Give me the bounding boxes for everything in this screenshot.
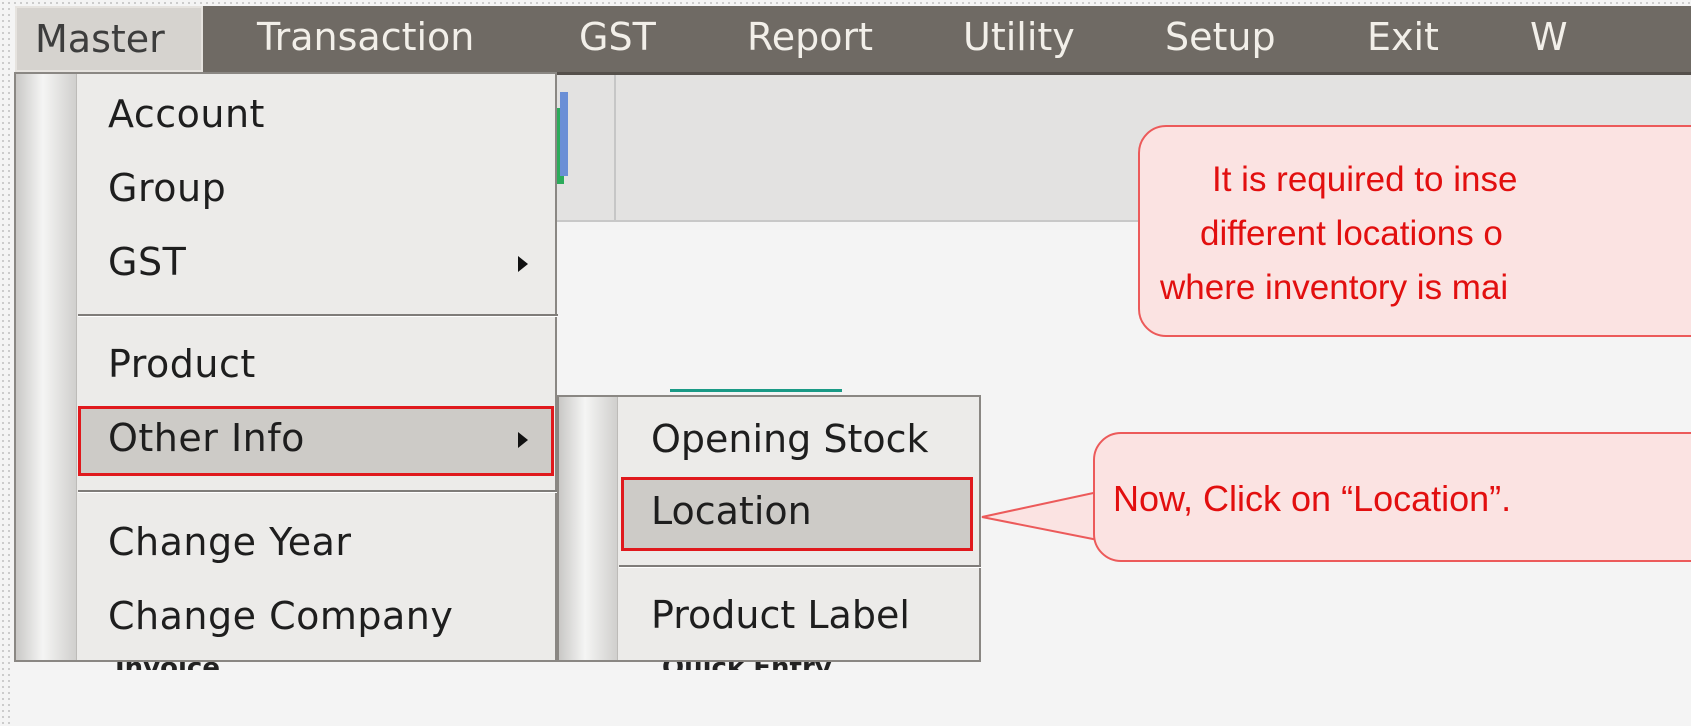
menu-master[interactable]: Master bbox=[15, 6, 203, 72]
menu-master-label: Master bbox=[35, 17, 165, 61]
submenu-item-product-label[interactable]: Product Label bbox=[651, 593, 910, 637]
menu-bar: Master Transaction GST Report Utility Se… bbox=[15, 6, 1691, 75]
info-callout-line-1: It is required to inse bbox=[1212, 160, 1518, 199]
master-dropdown: Account Group GST Product Other Info Cha… bbox=[14, 72, 558, 662]
menu-item-other-info[interactable]: Other Info bbox=[108, 416, 305, 460]
menu-item-group[interactable]: Group bbox=[108, 166, 226, 210]
menu-exit[interactable]: Exit bbox=[1367, 6, 1439, 72]
toolbar-separator bbox=[614, 72, 616, 220]
instruction-callout-text: Now, Click on “Location”. bbox=[1113, 478, 1512, 519]
info-callout-line-2: different locations o bbox=[1200, 214, 1503, 253]
menu-transaction-label: Transaction bbox=[257, 15, 475, 59]
menu-utility-label: Utility bbox=[963, 15, 1075, 59]
menu-report-label: Report bbox=[747, 15, 873, 59]
submenu-icon-rail bbox=[559, 397, 618, 660]
menu-separator bbox=[78, 314, 558, 317]
submenu-item-opening-stock[interactable]: Opening Stock bbox=[651, 417, 929, 461]
submenu-arrow-icon bbox=[518, 432, 528, 448]
menu-setup-label: Setup bbox=[1165, 15, 1276, 59]
dropdown-icon-rail bbox=[16, 74, 77, 660]
info-callout: It is required to inse different locatio… bbox=[1138, 125, 1691, 337]
info-callout-line-3: where inventory is mai bbox=[1160, 268, 1509, 307]
menu-item-gst[interactable]: GST bbox=[108, 240, 186, 284]
background-dots-left bbox=[0, 0, 12, 726]
menu-gst[interactable]: GST bbox=[579, 6, 656, 72]
menu-transaction[interactable]: Transaction bbox=[257, 6, 474, 72]
menu-separator bbox=[78, 490, 558, 493]
callout-pointer bbox=[981, 490, 1099, 542]
menu-item-change-year[interactable]: Change Year bbox=[108, 520, 352, 564]
toolbar-icon-blue[interactable] bbox=[560, 92, 568, 176]
menu-item-account[interactable]: Account bbox=[108, 92, 265, 136]
menu-window-label: W bbox=[1530, 15, 1568, 59]
submenu-arrow-icon bbox=[518, 256, 528, 272]
menu-window[interactable]: W bbox=[1530, 6, 1568, 72]
menu-exit-label: Exit bbox=[1367, 15, 1439, 59]
menu-item-change-company[interactable]: Change Company bbox=[108, 594, 453, 638]
submenu-separator bbox=[619, 565, 981, 568]
instruction-callout: Now, Click on “Location”. bbox=[1093, 432, 1691, 562]
submenu-item-location[interactable]: Location bbox=[651, 489, 812, 533]
menu-setup[interactable]: Setup bbox=[1165, 6, 1276, 72]
menu-gst-label: GST bbox=[579, 15, 656, 59]
teal-underline bbox=[670, 389, 842, 392]
menu-item-product[interactable]: Product bbox=[108, 342, 256, 386]
other-info-submenu: Opening Stock Location Product Label bbox=[557, 395, 981, 662]
menu-report[interactable]: Report bbox=[747, 6, 873, 72]
menu-utility[interactable]: Utility bbox=[963, 6, 1075, 72]
